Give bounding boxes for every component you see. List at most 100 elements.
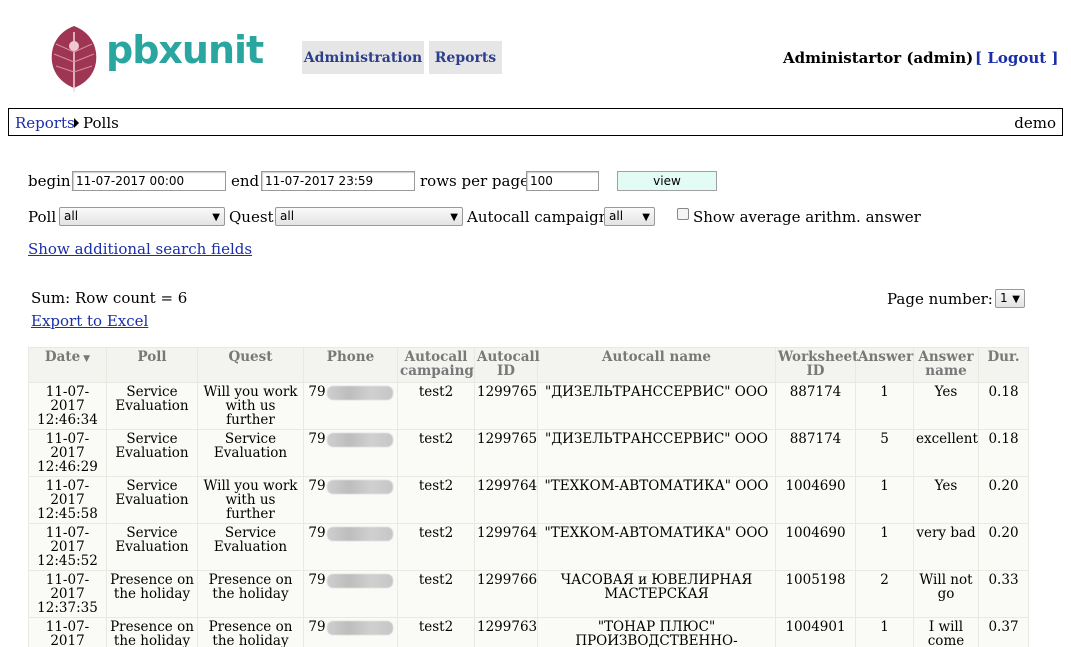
cell-campaign: test2 xyxy=(397,570,475,618)
view-button[interactable]: view xyxy=(617,171,717,191)
cell-worksheet-id: 1005198 xyxy=(775,570,856,618)
table-row: 11-07-2017 12:37:35 Presence on the holi… xyxy=(28,570,1029,618)
cell-campaign: test2 xyxy=(397,476,475,524)
campaign-label: Autocall campaign xyxy=(467,208,609,226)
cell-poll: Service Evaluation xyxy=(106,382,198,430)
export-excel-link[interactable]: Export to Excel xyxy=(31,312,148,330)
cell-autocall-name: "ДИЗЕЛЬТРАНССЕРВИС" ООО xyxy=(537,382,776,430)
cell-date: 11-07-2017 12:46:34 xyxy=(28,382,107,430)
cell-quest: Will you work with us further xyxy=(197,382,304,430)
cell-poll: Service Evaluation xyxy=(106,523,198,571)
cell-duration: 0.20 xyxy=(978,523,1029,571)
cell-duration: 0.20 xyxy=(978,476,1029,524)
cell-phone: 79 xyxy=(303,570,398,618)
user-name: Administartor (admin) xyxy=(783,49,974,67)
cell-answer: 5 xyxy=(855,429,914,477)
logout-link[interactable]: [ Logout ] xyxy=(975,49,1059,67)
cell-phone: 79 xyxy=(303,617,398,647)
quest-select[interactable]: all ▼ xyxy=(275,207,463,226)
table-row: 11-07-2017 12:46:34 Service Evaluation W… xyxy=(28,382,1029,430)
header-answer[interactable]: Answer xyxy=(855,347,914,383)
cell-phone: 79 xyxy=(303,382,398,430)
chevron-down-icon: ▼ xyxy=(642,212,650,223)
table-row: 11-07-2017 12:45:58 Service Evaluation W… xyxy=(28,476,1029,524)
campaign-select-value: all xyxy=(609,209,624,223)
cell-date: 11-07-2017 12:37:35 xyxy=(28,570,107,618)
cell-quest: Presence on the holiday xyxy=(197,617,304,647)
cell-autocall-name: "ТОНАР ПЛЮС" ПРОИЗВОДСТВЕННО-ОПТОВАЯ КОМ… xyxy=(537,617,776,647)
cell-autocall-id: 1299764 xyxy=(474,523,538,571)
cell-answer: 1 xyxy=(855,382,914,430)
cell-duration: 0.18 xyxy=(978,382,1029,430)
quest-label: Quest xyxy=(229,208,274,226)
cell-poll: Service Evaluation xyxy=(106,476,198,524)
chevron-down-icon: ▼ xyxy=(450,212,458,223)
header-autocall-name[interactable]: Autocall name xyxy=(537,347,776,383)
cell-duration: 0.18 xyxy=(978,429,1029,477)
quest-select-value: all xyxy=(280,209,295,223)
logo-text: pbxunit xyxy=(106,28,264,72)
cell-campaign: test2 xyxy=(397,382,475,430)
cell-quest: Service Evaluation xyxy=(197,523,304,571)
rows-per-page-label: rows per page xyxy=(420,172,529,190)
average-answer-label: Show average arithm. answer xyxy=(693,208,921,226)
cell-duration: 0.37 xyxy=(978,617,1029,647)
header-quest[interactable]: Quest xyxy=(197,347,304,383)
cell-autocall-id: 1299765 xyxy=(474,429,538,477)
cell-autocall-name: "ДИЗЕЛЬТРАНССЕРВИС" ООО xyxy=(537,429,776,477)
phone-redaction xyxy=(326,479,393,494)
cell-answer-name: Yes xyxy=(913,476,979,524)
context-label: demo xyxy=(1014,114,1056,132)
cell-answer-name: very bad xyxy=(913,523,979,571)
additional-search-fields-link[interactable]: Show additional search fields xyxy=(28,240,252,258)
cell-autocall-id: 1299763 xyxy=(474,617,538,647)
cell-phone: 79 xyxy=(303,523,398,571)
menu-reports-button[interactable]: Reports xyxy=(429,41,502,74)
polls-table: Date ▼ Poll Quest Phone Autocall campaing… xyxy=(28,347,1029,647)
cell-date: 11-07-2017 12:45:52 xyxy=(28,523,107,571)
header-autocall-id[interactable]: Autocall ID xyxy=(474,347,540,383)
cell-autocall-name: "ТЕХКОМ-АВТОМАТИКА" ООО xyxy=(537,523,776,571)
phone-redaction xyxy=(326,573,393,588)
menu-administration-button[interactable]: Administration xyxy=(302,41,424,74)
feather-icon xyxy=(51,26,97,92)
cell-quest: Presence on the holiday xyxy=(197,570,304,618)
pbxunit-logo: pbxunit xyxy=(46,22,264,94)
end-date-input[interactable]: 11-07-2017 23:59 xyxy=(261,171,415,191)
cell-quest: Will you work with us further xyxy=(197,476,304,524)
cell-answer-name: Yes xyxy=(913,382,979,430)
chevron-down-icon: ▼ xyxy=(1012,294,1020,305)
begin-date-input[interactable]: 11-07-2017 00:00 xyxy=(72,171,226,191)
begin-label: begin xyxy=(28,172,71,190)
breadcrumb-reports-link[interactable]: Reports xyxy=(15,114,75,132)
cell-poll: Service Evaluation xyxy=(106,429,198,477)
table-row: 11-07-2017 12:45:52 Service Evaluation S… xyxy=(28,523,1029,571)
header-duration[interactable]: Dur. xyxy=(978,347,1029,383)
header-date[interactable]: Date ▼ xyxy=(28,347,107,383)
poll-select[interactable]: all ▼ xyxy=(59,207,225,226)
cell-campaign: test2 xyxy=(397,429,475,477)
sort-down-icon: ▼ xyxy=(83,354,91,364)
cell-phone: 79 xyxy=(303,429,398,477)
cell-date: 11-07-2017 12:46:29 xyxy=(28,429,107,477)
header-autocall-campaign[interactable]: Autocall campaing xyxy=(397,347,475,383)
header-phone[interactable]: Phone xyxy=(303,347,398,383)
cell-worksheet-id: 887174 xyxy=(775,382,856,430)
cell-poll: Presence on the holiday xyxy=(106,570,198,618)
row-count: Sum: Row count = 6 xyxy=(31,289,188,307)
page-number-label: Page number: xyxy=(887,290,993,308)
cell-worksheet-id: 887174 xyxy=(775,429,856,477)
average-answer-checkbox[interactable] xyxy=(677,208,689,220)
campaign-select[interactable]: all ▼ xyxy=(604,207,655,226)
breadcrumb: Reports Polls demo xyxy=(8,108,1063,136)
cell-autocall-name: ЧАСОВАЯ и ЮВЕЛИРНАЯ МАСТЕРСКАЯ xyxy=(537,570,776,618)
rows-per-page-input[interactable]: 100 xyxy=(526,171,599,191)
phone-redaction xyxy=(326,526,393,541)
header-worksheet-id[interactable]: Worksheet ID xyxy=(775,347,858,383)
page-number-select[interactable]: 1 ▼ xyxy=(995,289,1025,308)
cell-answer-name: excellent xyxy=(913,429,979,477)
header-poll[interactable]: Poll xyxy=(106,347,198,383)
header-answer-name[interactable]: Answer name xyxy=(913,347,979,383)
cell-campaign: test2 xyxy=(397,617,475,647)
cell-answer-name: Will not go xyxy=(913,570,979,618)
